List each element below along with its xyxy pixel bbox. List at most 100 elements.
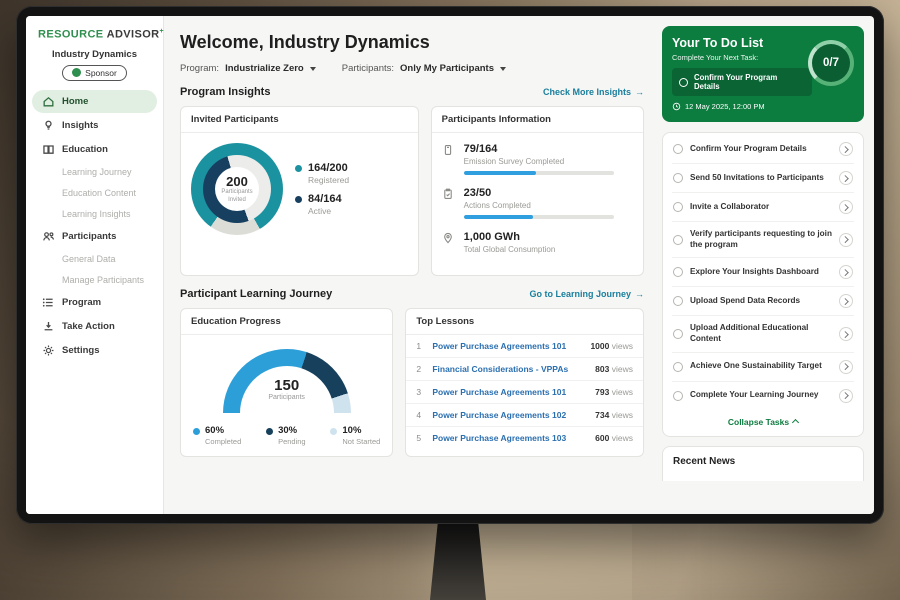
- sidebar-item-settings[interactable]: Settings: [32, 339, 157, 362]
- chevron-right-icon[interactable]: [839, 327, 853, 341]
- task-row[interactable]: Explore Your Insights Dashboard: [672, 258, 854, 287]
- chevron-right-icon[interactable]: [839, 200, 853, 214]
- chevron-right-icon[interactable]: [839, 233, 853, 247]
- task-checkbox[interactable]: [673, 173, 683, 183]
- nav-label: Participants: [62, 231, 116, 242]
- task-row[interactable]: Send 50 Invitations to Participants: [672, 164, 854, 193]
- sponsor-icon: [72, 68, 81, 77]
- lesson-row[interactable]: 1 Power Purchase Agreements 101 1000 vie…: [406, 335, 643, 358]
- task-checkbox[interactable]: [673, 267, 683, 277]
- emission-survey-row: 79/164 Emission Survey Completed: [442, 137, 633, 181]
- education-legend: 60% Completed 30% Pending: [191, 425, 382, 446]
- sidebar-item-education-content[interactable]: Education Content: [32, 183, 157, 203]
- sidebar-item-manage-participants[interactable]: Manage Participants: [32, 270, 157, 290]
- logo-advisor: ADVISOR: [107, 29, 160, 41]
- clock-icon: [672, 102, 681, 111]
- chevron-right-icon[interactable]: [839, 171, 853, 185]
- lesson-link[interactable]: Financial Considerations - VPPAs: [432, 364, 587, 374]
- sponsor-label: Sponsor: [85, 68, 117, 78]
- sidebar-item-learning-insights[interactable]: Learning Insights: [32, 204, 157, 224]
- survey-device-icon: [442, 144, 455, 156]
- lesson-row[interactable]: 4 Power Purchase Agreements 102 734 view…: [406, 404, 643, 427]
- sidebar-item-learning-journey[interactable]: Learning Journey: [32, 162, 157, 182]
- lesson-link[interactable]: Power Purchase Agreements 101: [432, 387, 587, 397]
- list-icon: [42, 296, 55, 309]
- task-checkbox[interactable]: [679, 78, 688, 87]
- lesson-row[interactable]: 5 Power Purchase Agreements 103 600 view…: [406, 427, 643, 449]
- education-progress-card: Education Progress 150 Participants: [180, 308, 393, 457]
- sidebar-item-home[interactable]: Home: [32, 90, 157, 113]
- chevron-up-icon: [792, 419, 799, 426]
- sidebar-item-participants[interactable]: Participants: [32, 225, 157, 248]
- invited-participants-card: Invited Participants 200 Participants In…: [180, 106, 419, 276]
- gear-icon: [42, 344, 55, 357]
- task-row[interactable]: Verify participants requesting to join t…: [672, 222, 854, 258]
- program-filter-label: Program:: [180, 63, 219, 74]
- location-pin-icon: [442, 232, 455, 244]
- legend-item-completed: 60% Completed: [193, 425, 241, 446]
- legend-item-registered: 164/200 Registered: [295, 162, 349, 185]
- actions-completed-row: 23/50 Actions Completed: [442, 181, 633, 225]
- sponsor-badge[interactable]: Sponsor: [62, 65, 127, 81]
- sidebar-item-insights[interactable]: Insights: [32, 114, 157, 137]
- registered-dot-icon: [295, 165, 302, 172]
- chevron-right-icon[interactable]: [839, 294, 853, 308]
- pending-dot-icon: [266, 428, 273, 435]
- task-checkbox[interactable]: [673, 391, 683, 401]
- logo-resource: RESOURCE: [38, 29, 104, 41]
- sidebar-item-program[interactable]: Program: [32, 291, 157, 314]
- lesson-link[interactable]: Power Purchase Agreements 102: [432, 410, 587, 420]
- program-select[interactable]: Industrialize Zero: [225, 63, 316, 74]
- task-checkbox[interactable]: [673, 235, 683, 245]
- task-row[interactable]: Upload Additional Educational Content: [672, 316, 854, 352]
- page-title: Welcome, Industry Dynamics: [180, 32, 644, 53]
- participants-select-value: Only My Participants: [400, 63, 494, 74]
- tasks-list-card: Confirm Your Program Details Send 50 Inv…: [662, 132, 864, 437]
- sidebar-item-education[interactable]: Education: [32, 138, 157, 161]
- learning-journey-title: Participant Learning Journey: [180, 288, 332, 300]
- task-checkbox[interactable]: [673, 296, 683, 306]
- lesson-link[interactable]: Power Purchase Agreements 103: [432, 433, 587, 443]
- check-more-insights-link[interactable]: Check More Insights →: [543, 87, 644, 97]
- participants-select[interactable]: Only My Participants: [400, 63, 506, 74]
- task-row[interactable]: Invite a Collaborator: [672, 193, 854, 222]
- lesson-row[interactable]: 3 Power Purchase Agreements 101 793 view…: [406, 381, 643, 404]
- monitor-stand: [430, 522, 486, 600]
- program-insights-title: Program Insights: [180, 86, 270, 98]
- chevron-right-icon[interactable]: [839, 142, 853, 156]
- monitor-bezel: RESOURCE ADVISOR+ Industry Dynamics Spon…: [16, 6, 884, 524]
- sidebar: RESOURCE ADVISOR+ Industry Dynamics Spon…: [26, 16, 164, 514]
- todo-progress-ring: 0/7: [808, 40, 854, 86]
- lightbulb-icon: [42, 119, 55, 132]
- lesson-link[interactable]: Power Purchase Agreements 101: [432, 341, 582, 351]
- task-row[interactable]: Achieve One Sustainability Target: [672, 353, 854, 382]
- task-checkbox[interactable]: [673, 362, 683, 372]
- participants-information-card: Participants Information 79/164 Emission…: [431, 106, 644, 276]
- completed-dot-icon: [193, 428, 200, 435]
- task-checkbox[interactable]: [673, 329, 683, 339]
- invited-count-label: Participants Invited: [218, 189, 256, 203]
- chevron-right-icon[interactable]: [839, 389, 853, 403]
- nav-label: Take Action: [62, 321, 115, 332]
- invited-participants-donut-center: 200 Participants Invited: [215, 167, 259, 211]
- collapse-tasks-button[interactable]: Collapse Tasks: [672, 410, 854, 431]
- actions-progressbar: [464, 215, 614, 219]
- sidebar-item-take-action[interactable]: Take Action: [32, 315, 157, 338]
- task-row[interactable]: Complete Your Learning Journey: [672, 382, 854, 410]
- sidebar-item-general-data[interactable]: General Data: [32, 249, 157, 269]
- legend-item-pending: 30% Pending: [266, 425, 306, 446]
- book-icon: [42, 143, 55, 156]
- chevron-right-icon[interactable]: [839, 360, 853, 374]
- chevron-right-icon[interactable]: [839, 265, 853, 279]
- lesson-row[interactable]: 2 Financial Considerations - VPPAs 803 v…: [406, 358, 643, 381]
- task-row[interactable]: Confirm Your Program Details: [672, 135, 854, 164]
- task-checkbox[interactable]: [673, 144, 683, 154]
- invited-participants-card-title: Invited Participants: [181, 107, 418, 133]
- emission-survey-progressbar: [464, 171, 614, 175]
- go-to-learning-journey-link[interactable]: Go to Learning Journey →: [529, 289, 644, 299]
- arrow-right-icon: →: [635, 87, 644, 97]
- next-task-pill[interactable]: Confirm Your Program Details: [672, 68, 812, 96]
- task-row[interactable]: Upload Spend Data Records: [672, 287, 854, 316]
- task-checkbox[interactable]: [673, 202, 683, 212]
- education-progress-gauge: 150 Participants: [223, 349, 351, 415]
